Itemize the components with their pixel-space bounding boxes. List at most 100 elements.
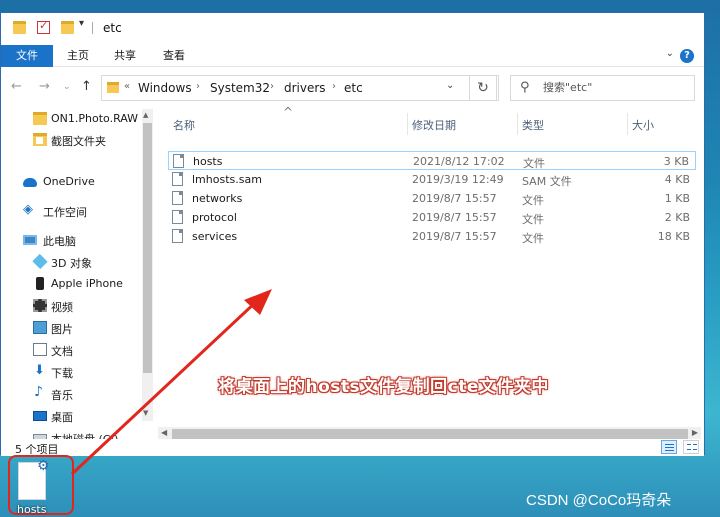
recent-locations-icon[interactable]: ⌄: [63, 82, 71, 92]
back-arrow-icon[interactable]: ←: [11, 79, 22, 94]
file-icon: [172, 191, 183, 205]
gear-icon: ⚙: [37, 458, 50, 474]
column-header-size[interactable]: 大小: [632, 117, 654, 133]
annotation-text: 将桌面上的hosts文件复制回cte文件夹中: [218, 377, 549, 397]
desktop-icon-label[interactable]: hosts: [17, 503, 46, 516]
address-bar[interactable]: « Windows › System32 › drivers › etc ⌄: [101, 75, 499, 101]
scrollbar-thumb[interactable]: [143, 123, 152, 373]
column-header-type[interactable]: 类型: [522, 117, 544, 133]
nav-item-label: 文档: [51, 345, 73, 358]
refresh-icon: ↻: [477, 80, 489, 96]
file-row[interactable]: lmhosts.sam 2019/3/19 12:49 SAM 文件 4 KB: [168, 170, 696, 189]
nav-item-3d-objects[interactable]: 3D 对象: [1, 252, 141, 272]
nav-item-workspace[interactable]: ◈ 工作空间: [1, 201, 141, 221]
properties-icon[interactable]: [37, 19, 50, 34]
workspace-icon: ◈: [23, 202, 33, 217]
column-separator[interactable]: [517, 113, 518, 135]
file-date: 2019/8/7 15:57: [412, 192, 497, 205]
nav-item-label: ON1.Photo.RAW: [51, 112, 139, 125]
pictures-icon: [33, 321, 47, 334]
folder-icon: [33, 112, 47, 125]
nav-item-label: 桌面: [51, 411, 73, 424]
file-icon: [173, 154, 184, 168]
navigation-pane: ON1.Photo.RAW 截图文件夹 OneDrive ◈ 工作空间 此电脑 …: [1, 109, 156, 440]
forward-arrow-icon[interactable]: →: [39, 79, 50, 94]
file-date: 2019/8/7 15:57: [412, 230, 497, 243]
customize-quick-access-icon[interactable]: ▾: [79, 18, 84, 29]
breadcrumb-etc[interactable]: etc: [344, 81, 363, 95]
file-row[interactable]: networks 2019/8/7 15:57 文件 1 KB: [168, 189, 696, 208]
chevron-right-icon[interactable]: ›: [332, 81, 336, 92]
nav-item-documents[interactable]: 文档: [1, 340, 141, 360]
nav-item-videos[interactable]: 视频: [1, 296, 141, 316]
file-size: 4 KB: [664, 173, 690, 186]
file-type: 文件: [522, 194, 544, 207]
file-type: SAM 文件: [522, 175, 572, 188]
download-icon: ⬇: [34, 363, 45, 378]
breadcrumb-system32[interactable]: System32: [210, 81, 270, 95]
nav-item-apple-iphone[interactable]: Apple iPhone: [1, 274, 141, 294]
file-type: 文件: [522, 232, 544, 245]
file-size: 18 KB: [657, 230, 690, 243]
address-dropdown-icon[interactable]: ⌄: [446, 80, 454, 91]
scroll-left-icon[interactable]: ◀: [161, 428, 167, 437]
nav-item-on1-photo-raw[interactable]: ON1.Photo.RAW: [1, 109, 141, 129]
nav-pane-scrollbar[interactable]: ▲ ▼: [142, 109, 153, 421]
new-folder-icon[interactable]: [61, 21, 74, 34]
nav-item-music[interactable]: ♪ 音乐: [1, 384, 141, 404]
tab-share[interactable]: 共享: [104, 45, 146, 67]
nav-item-desktop[interactable]: 桌面: [1, 406, 141, 426]
tab-file[interactable]: 文件: [1, 45, 53, 67]
refresh-button[interactable]: ↻: [469, 75, 497, 101]
status-bar: 5 个项目: [1, 439, 704, 456]
file-row[interactable]: services 2019/8/7 15:57 文件 18 KB: [168, 227, 696, 246]
nav-item-label: 3D 对象: [51, 257, 92, 270]
address-overflow[interactable]: «: [124, 81, 130, 92]
folder-icon[interactable]: [13, 21, 26, 34]
column-header-name[interactable]: 名称: [173, 117, 195, 133]
column-header-date[interactable]: 修改日期: [412, 117, 456, 133]
file-row[interactable]: hosts 2021/8/12 17:02 文件 3 KB: [168, 151, 696, 170]
documents-icon: [33, 343, 47, 356]
details-view-button[interactable]: [661, 440, 677, 454]
nav-item-this-pc[interactable]: 此电脑: [1, 230, 141, 250]
chevron-right-icon[interactable]: ›: [270, 81, 274, 92]
nav-item-onedrive[interactable]: OneDrive: [1, 172, 141, 192]
expand-ribbon-icon[interactable]: ⌄: [666, 48, 674, 59]
nav-item-label: 工作空间: [43, 206, 87, 219]
nav-item-label: 下载: [51, 367, 73, 380]
nav-item-screenshots[interactable]: 截图文件夹: [1, 130, 141, 150]
scroll-up-icon[interactable]: ▲: [143, 111, 148, 119]
3d-objects-icon: [32, 253, 48, 270]
file-name: networks: [192, 192, 243, 205]
file-icon: [172, 172, 183, 186]
file-name: protocol: [192, 211, 237, 224]
computer-icon: [23, 235, 37, 245]
nav-item-label: 视频: [51, 301, 73, 314]
file-size: 2 KB: [664, 211, 690, 224]
nav-item-label: 截图文件夹: [51, 135, 106, 148]
file-date: 2019/8/7 15:57: [412, 211, 497, 224]
column-separator[interactable]: [407, 113, 408, 135]
ribbon: 文件 主页 共享 查看 ⌄ ?: [1, 45, 704, 67]
large-icons-view-button[interactable]: [683, 440, 699, 454]
search-input[interactable]: [543, 81, 691, 94]
help-icon[interactable]: ?: [680, 49, 694, 63]
breadcrumb-windows[interactable]: Windows: [138, 81, 192, 95]
file-row[interactable]: protocol 2019/8/7 15:57 文件 2 KB: [168, 208, 696, 227]
breadcrumb-drivers[interactable]: drivers: [284, 81, 326, 95]
nav-item-downloads[interactable]: ⬇ 下载: [1, 362, 141, 382]
scroll-right-icon[interactable]: ▶: [692, 428, 698, 437]
nav-item-label: OneDrive: [43, 175, 95, 188]
column-separator[interactable]: [627, 113, 628, 135]
music-icon: ♪: [34, 384, 43, 400]
chevron-right-icon[interactable]: ›: [196, 81, 200, 92]
up-arrow-icon[interactable]: ↑: [81, 79, 92, 94]
scrollbar-thumb[interactable]: [172, 429, 688, 439]
nav-item-pictures[interactable]: 图片: [1, 318, 141, 338]
navigation-bar: ← → ⌄ ↑ « Windows › System32 › drivers ›…: [1, 73, 704, 103]
tab-home[interactable]: 主页: [57, 45, 99, 67]
tab-view[interactable]: 查看: [153, 45, 195, 67]
search-box[interactable]: ⚲: [510, 75, 695, 101]
scroll-down-icon[interactable]: ▼: [143, 409, 148, 417]
